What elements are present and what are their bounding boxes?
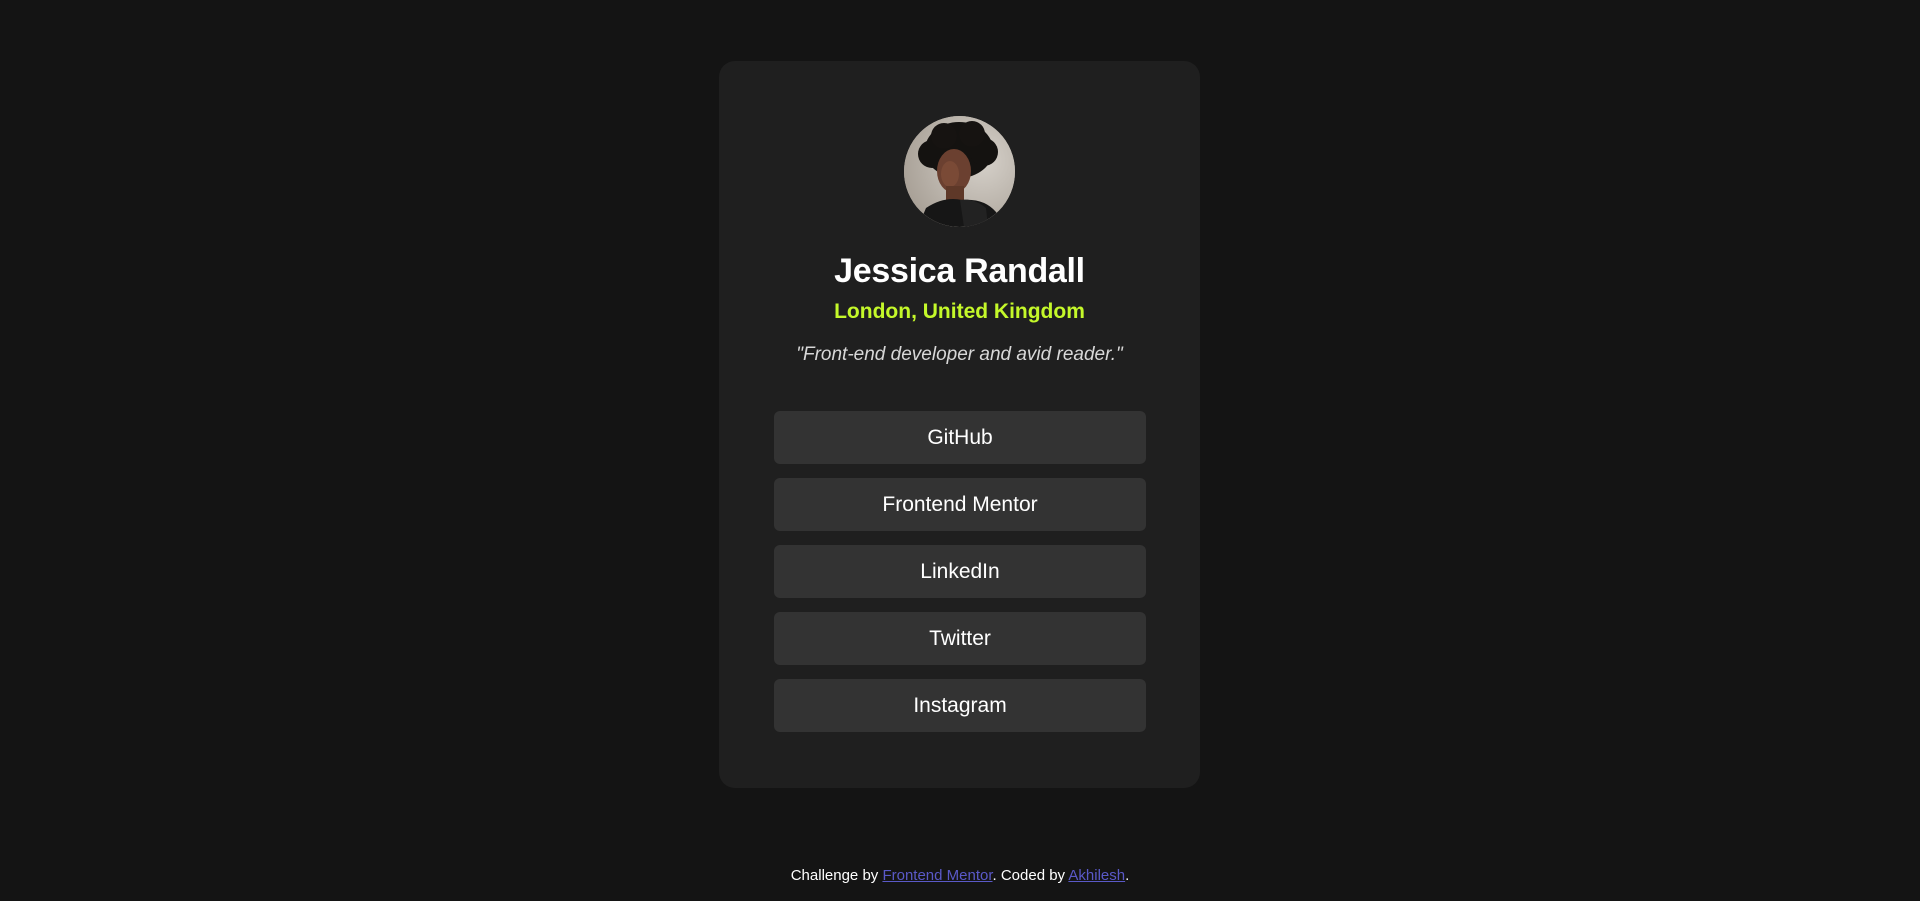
footer-prefix: Challenge by (790, 867, 883, 884)
social-links: GitHub Frontend Mentor LinkedIn Twitter … (774, 411, 1146, 746)
twitter-link-button[interactable]: Twitter (774, 612, 1146, 665)
attribution-footer: Challenge by Frontend Mentor. Coded by A… (0, 864, 1920, 888)
footer-suffix: . (1125, 867, 1130, 884)
profile-location: London, United Kingdom (834, 300, 1085, 323)
linkedin-link-button[interactable]: LinkedIn (774, 545, 1146, 598)
avatar-photo (904, 116, 1015, 227)
page: Jessica Randall London, United Kingdom "… (0, 0, 1920, 901)
avatar (904, 116, 1015, 227)
profile-name: Jessica Randall (834, 252, 1085, 290)
instagram-link-button[interactable]: Instagram (774, 679, 1146, 732)
github-link-button[interactable]: GitHub (774, 411, 1146, 464)
profile-bio: "Front-end developer and avid reader." (796, 344, 1123, 365)
profile-card: Jessica Randall London, United Kingdom "… (719, 61, 1200, 788)
footer-middle: . Coded by (992, 867, 1069, 884)
challenge-link[interactable]: Frontend Mentor (882, 867, 992, 884)
author-link[interactable]: Akhilesh (1068, 867, 1125, 884)
frontend-mentor-link-button[interactable]: Frontend Mentor (774, 478, 1146, 531)
